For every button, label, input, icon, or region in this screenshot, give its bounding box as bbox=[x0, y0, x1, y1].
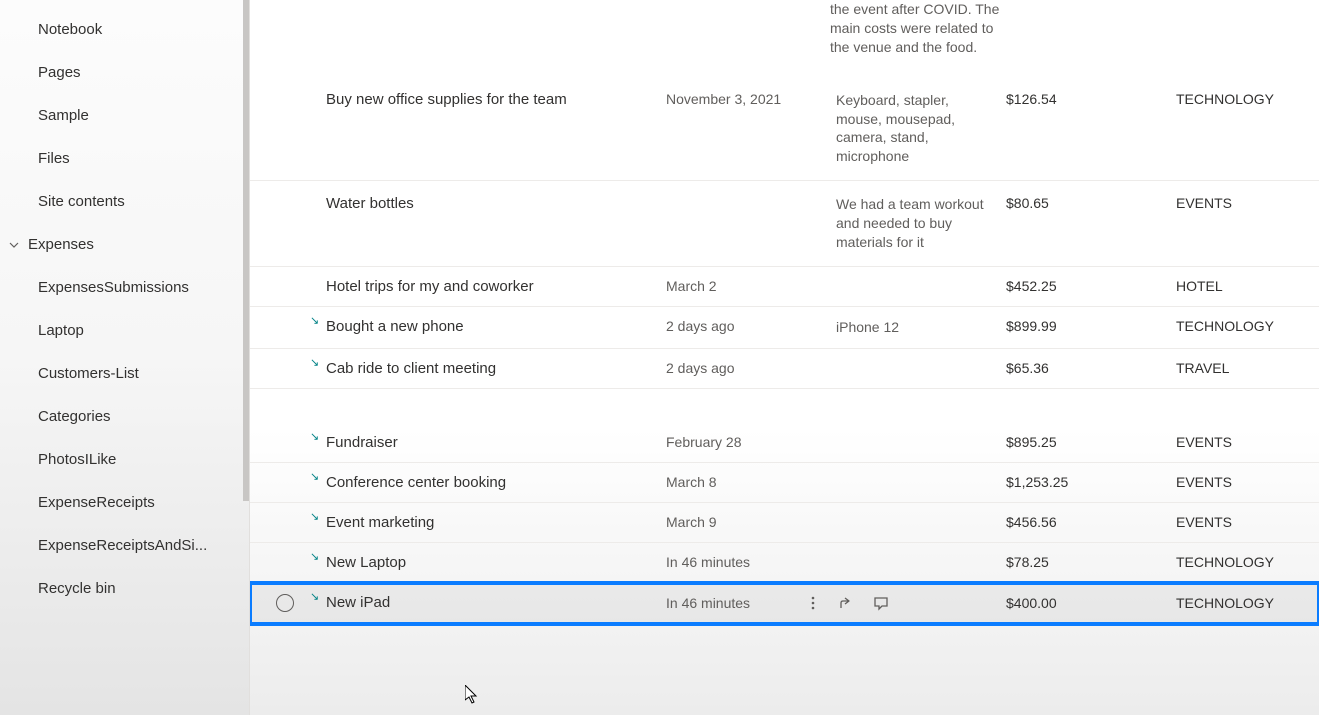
table-row[interactable]: ↘New iPadIn 46 minutes$400.00TECHNOLOGY bbox=[250, 583, 1319, 624]
cell-date: In 46 minutes bbox=[660, 554, 830, 570]
cell-amount: $895.25 bbox=[1000, 434, 1170, 450]
sidebar-item-label: Notebook bbox=[38, 21, 102, 38]
sidebar-item-files[interactable]: Files bbox=[0, 137, 249, 180]
sidebar-item-label: Pages bbox=[38, 64, 81, 81]
cell-amount: $126.54 bbox=[1000, 91, 1170, 107]
cell-date: 2 days ago bbox=[660, 318, 830, 334]
table-row[interactable]: ↘FundraiserFebruary 28 $895.25EVENTS bbox=[250, 389, 1319, 463]
cell-title[interactable]: ↘New iPad bbox=[320, 594, 660, 611]
sidebar-item-label: Laptop bbox=[38, 322, 84, 339]
table-row[interactable]: ↘Event marketingMarch 9 $456.56EVENTS bbox=[250, 503, 1319, 543]
cell-amount: $452.25 bbox=[1000, 278, 1170, 294]
table-row[interactable]: ↘Bought a new phone2 days agoiPhone 12$8… bbox=[250, 307, 1319, 349]
cell-title[interactable]: Buy new office supplies for the team bbox=[320, 91, 660, 108]
cell-description: Keyboard, stapler, mouse, mousepad, came… bbox=[830, 91, 1000, 167]
sidebar: Notebook Pages Sample Files Site contents Exp… bbox=[0, 0, 250, 715]
table-row[interactable]: Buy new office supplies for the teamNove… bbox=[250, 77, 1319, 182]
cell-description: We had a team workout and needed to buy … bbox=[830, 195, 1000, 252]
cell-amount: $78.25 bbox=[1000, 554, 1170, 570]
cell-title[interactable]: Hotel trips for my and coworker bbox=[320, 278, 660, 295]
cell-category: EVENTS bbox=[1170, 434, 1319, 450]
sidebar-item-label: ExpensesSubmissions bbox=[38, 279, 189, 296]
cell-description: iPhone 12 bbox=[830, 318, 1000, 337]
sidebar-item-expensessubmissions[interactable]: ExpensesSubmissions bbox=[0, 266, 249, 309]
sidebar-item-categories[interactable]: Categories bbox=[0, 395, 249, 438]
sidebar-item-site-contents[interactable]: Site contents bbox=[0, 180, 249, 223]
sidebar-item-label: Sample bbox=[38, 107, 89, 124]
cell-category: TECHNOLOGY bbox=[1170, 318, 1319, 334]
link-indicator-icon: ↘ bbox=[310, 470, 319, 483]
table-row[interactable]: ↘Cab ride to client meeting2 days ago $65… bbox=[250, 349, 1319, 389]
link-indicator-icon: ↘ bbox=[310, 510, 319, 523]
cell-date: February 28 bbox=[660, 434, 830, 450]
cell-date: March 9 bbox=[660, 514, 830, 530]
cell-date: March 8 bbox=[660, 474, 830, 490]
cell-category: TECHNOLOGY bbox=[1170, 91, 1319, 107]
table-row[interactable]: ↘New LaptopIn 46 minutes $78.25TECHNOLOGY bbox=[250, 543, 1319, 583]
more-icon[interactable] bbox=[805, 595, 821, 611]
sidebar-item-label: Recycle bin bbox=[38, 580, 116, 597]
sidebar-item-label: Files bbox=[38, 150, 70, 167]
sidebar-item-photosilike[interactable]: PhotosILike bbox=[0, 438, 249, 481]
sidebar-item-label: ExpenseReceiptsAndSi... bbox=[38, 537, 207, 554]
cell-title[interactable]: Water bottles bbox=[320, 195, 660, 212]
cell-amount: $456.56 bbox=[1000, 514, 1170, 530]
cell-title[interactable]: ↘Conference center booking bbox=[320, 474, 660, 491]
link-indicator-icon: ↘ bbox=[310, 314, 319, 327]
cell-amount: $400.00 bbox=[1000, 595, 1170, 611]
cell-amount: $80.65 bbox=[1000, 195, 1170, 211]
sidebar-item-label: PhotosILike bbox=[38, 451, 116, 468]
table-row[interactable]: ↘Conference center bookingMarch 8 $1,253.… bbox=[250, 463, 1319, 503]
chevron-down-icon bbox=[8, 239, 20, 251]
sidebar-item-sample[interactable]: Sample bbox=[0, 94, 249, 137]
description-fragment: the event after COVID. The main costs we… bbox=[830, 0, 1000, 67]
sidebar-item-label: ExpenseReceipts bbox=[38, 494, 155, 511]
row-actions bbox=[805, 595, 889, 611]
cell-category: TECHNOLOGY bbox=[1170, 554, 1319, 570]
cell-amount: $899.99 bbox=[1000, 318, 1170, 334]
expense-table: the event after COVID. The main costs we… bbox=[250, 0, 1319, 624]
sidebar-item-expensereceiptsandsi-[interactable]: ExpenseReceiptsAndSi... bbox=[0, 524, 249, 567]
sidebar-item-expensereceipts[interactable]: ExpenseReceipts bbox=[0, 481, 249, 524]
cell-amount: $1,253.25 bbox=[1000, 474, 1170, 490]
cell-category: EVENTS bbox=[1170, 474, 1319, 490]
table-row[interactable]: Hotel trips for my and coworkerMarch 2 $4… bbox=[250, 267, 1319, 307]
sidebar-item-label: Customers-List bbox=[38, 365, 139, 382]
sidebar-item-recycle-bin[interactable]: Recycle bin bbox=[0, 567, 249, 610]
cell-category: TECHNOLOGY bbox=[1170, 595, 1319, 611]
main-content: the event after COVID. The main costs we… bbox=[250, 0, 1319, 715]
link-indicator-icon: ↘ bbox=[310, 430, 319, 443]
table-row[interactable]: Water bottles We had a team workout and n… bbox=[250, 181, 1319, 267]
cell-category: TRAVEL bbox=[1170, 360, 1319, 376]
sidebar-item-pages[interactable]: Pages bbox=[0, 51, 249, 94]
sidebar-item-notebook[interactable]: Notebook bbox=[0, 8, 249, 51]
sidebar-item-label: Categories bbox=[38, 408, 111, 425]
cell-category: EVENTS bbox=[1170, 514, 1319, 530]
link-indicator-icon: ↘ bbox=[310, 550, 319, 563]
share-icon[interactable] bbox=[839, 595, 855, 611]
cell-date: March 2 bbox=[660, 278, 830, 294]
cell-title[interactable]: ↘Bought a new phone bbox=[320, 318, 660, 335]
circle-check-icon[interactable] bbox=[276, 594, 294, 612]
cell-title[interactable]: ↘Cab ride to client meeting bbox=[320, 360, 660, 377]
link-indicator-icon: ↘ bbox=[310, 356, 319, 369]
sidebar-item-label: Expenses bbox=[28, 236, 94, 253]
sidebar-item-label: Site contents bbox=[38, 193, 125, 210]
cell-category: EVENTS bbox=[1170, 195, 1319, 211]
cell-date: November 3, 2021 bbox=[660, 91, 830, 107]
cell-title[interactable]: ↘Event marketing bbox=[320, 514, 660, 531]
sidebar-item-customers-list[interactable]: Customers-List bbox=[0, 352, 249, 395]
cell-category: HOTEL bbox=[1170, 278, 1319, 294]
cell-date: 2 days ago bbox=[660, 360, 830, 376]
cell-title[interactable]: ↘Fundraiser bbox=[320, 434, 660, 451]
cell-title[interactable]: ↘New Laptop bbox=[320, 554, 660, 571]
link-indicator-icon: ↘ bbox=[310, 590, 319, 603]
comment-icon[interactable] bbox=[873, 595, 889, 611]
sidebar-item-laptop[interactable]: Laptop bbox=[0, 309, 249, 352]
sidebar-item-expenses[interactable]: Expenses bbox=[0, 223, 249, 266]
cell-amount: $65.36 bbox=[1000, 360, 1170, 376]
